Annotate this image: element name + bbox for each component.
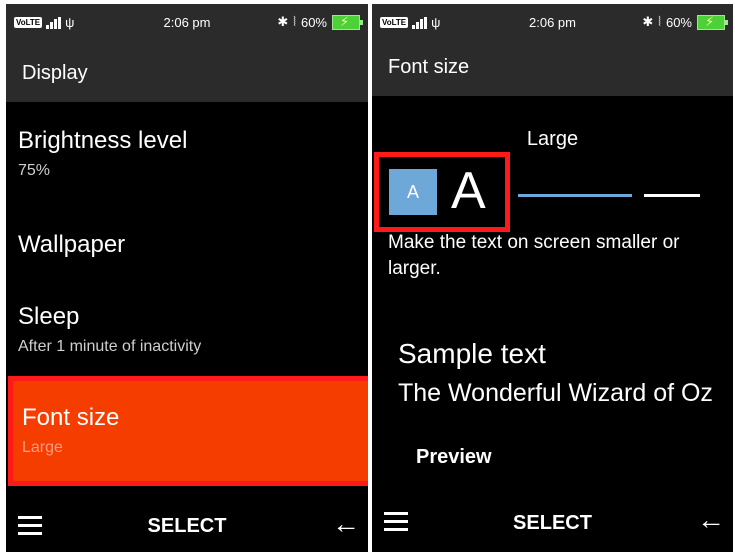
font-size-slider-remaining[interactable]	[644, 194, 700, 197]
list-item-subtitle: After 1 minute of inactivity	[18, 338, 202, 355]
sample-text-heading: Sample text	[398, 338, 546, 369]
select-softkey[interactable]: SELECT	[6, 515, 368, 538]
battery-icon: ⚡	[332, 14, 363, 30]
status-bar: VoLTE ψ 2:06 pm ✱ ⦚ 60% ⚡	[6, 4, 368, 44]
select-softkey[interactable]: SELECT	[372, 512, 733, 535]
list-item-title: Sleep	[18, 303, 80, 330]
large-font-option[interactable]: A	[451, 161, 486, 221]
back-arrow-icon[interactable]: ←	[332, 508, 360, 540]
sample-text-preview: The Wonderful Wizard of Oz	[398, 379, 713, 407]
display-screen: VoLTE ψ 2:06 pm ✱ ⦚ 60% ⚡ Display Bright…	[6, 4, 368, 552]
page-title: Font size	[372, 44, 733, 96]
list-item-sleep[interactable]: Sleep After 1 minute of inactivity	[6, 302, 368, 356]
softkey-bar: SELECT ←	[6, 502, 368, 552]
list-item-title: Font size	[22, 404, 120, 431]
back-arrow-icon[interactable]: ←	[697, 504, 725, 536]
font-size-selector[interactable]: A A	[374, 152, 510, 232]
battery-percent: 60%	[665, 14, 692, 30]
selected-size-label: Large	[526, 128, 579, 150]
font-size-description: Make the text on screen smaller or large…	[388, 232, 680, 279]
battery-icon: ⚡	[697, 14, 728, 30]
bluetooth-icon: ✱	[277, 14, 289, 29]
vibrate-icon: ⦚	[658, 14, 661, 29]
font-size-slider-track[interactable]	[518, 194, 632, 197]
status-bar: VoLTE ψ 2:06 pm ✱ ⦚ 60% ⚡	[372, 4, 733, 44]
list-item-title: Wallpaper	[18, 231, 126, 258]
small-font-option[interactable]: A	[389, 169, 437, 215]
list-item-subtitle: 75%	[18, 162, 51, 179]
battery-percent: 60%	[300, 14, 327, 30]
list-item-subtitle: Large	[22, 439, 63, 456]
vibrate-icon: ⦚	[293, 14, 296, 29]
list-item-wallpaper[interactable]: Wallpaper	[6, 230, 368, 260]
list-item-brightness[interactable]: Brightness level 75%	[6, 126, 368, 180]
page-title: Display	[6, 44, 368, 102]
list-item-font-size[interactable]: Font size Large	[8, 376, 368, 486]
bluetooth-icon: ✱	[642, 14, 654, 29]
list-item-title: Brightness level	[18, 127, 188, 154]
font-size-screen: VoLTE ψ 2:06 pm ✱ ⦚ 60% ⚡ Font size Larg…	[372, 4, 733, 552]
softkey-bar: SELECT ←	[372, 502, 733, 552]
preview-label: Preview	[416, 446, 492, 468]
